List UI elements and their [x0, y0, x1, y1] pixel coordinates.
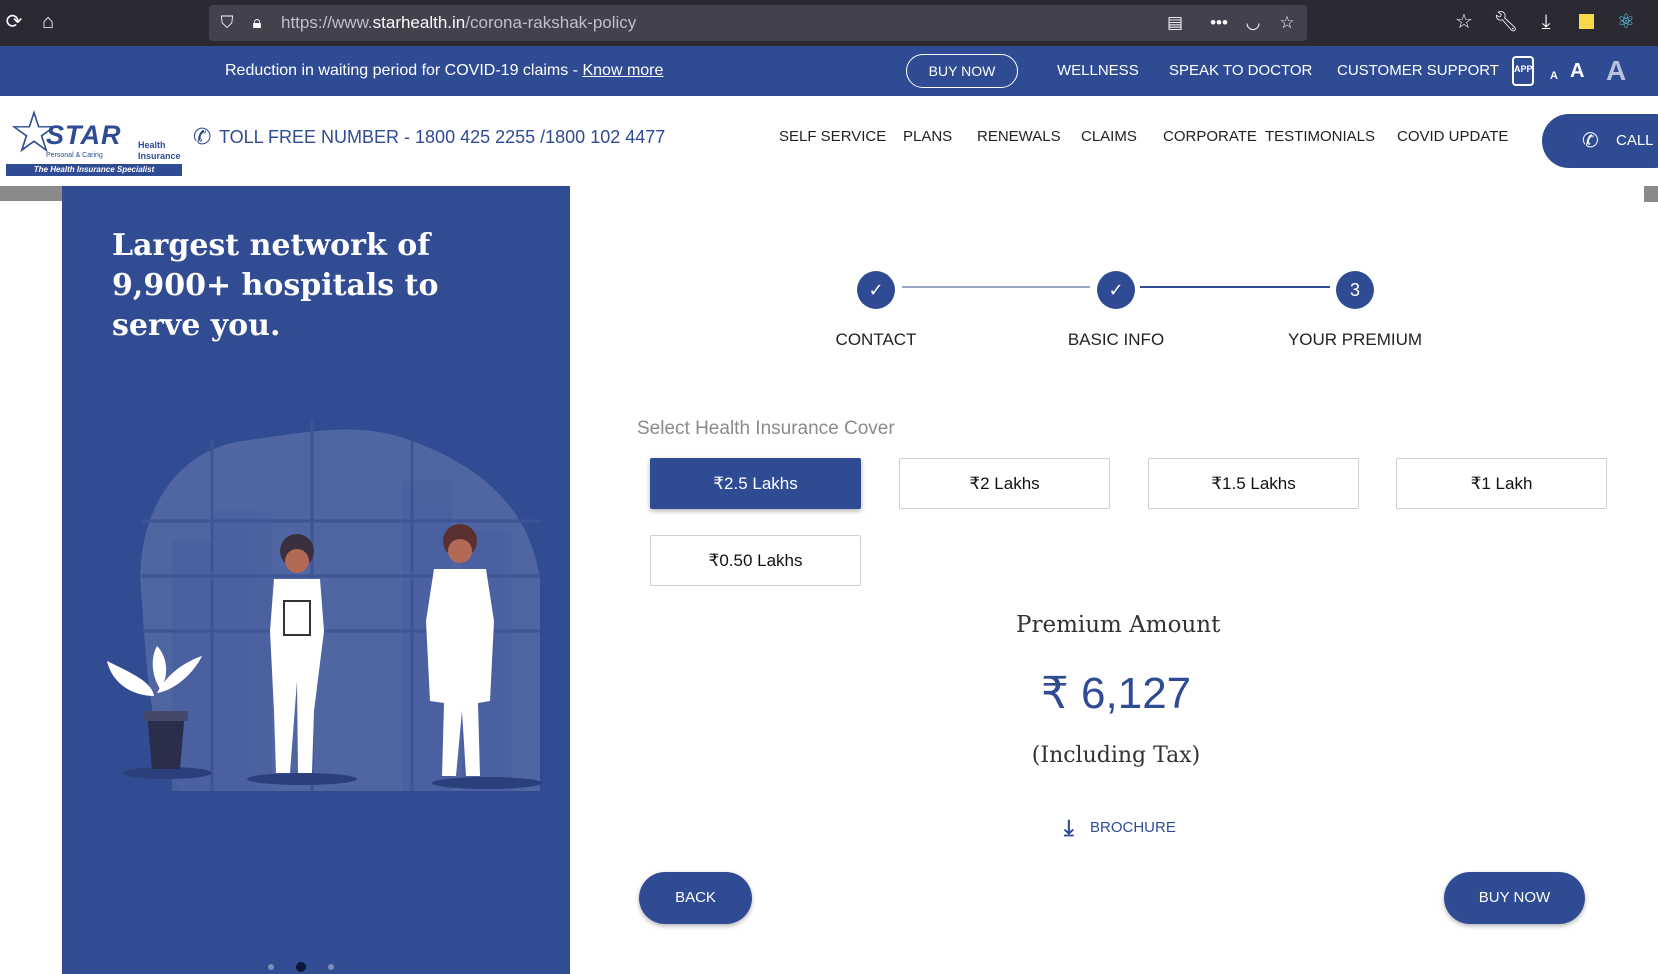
- toll-free-number[interactable]: ✆ TOLL FREE NUMBER - 1800 425 2255 /1800 …: [193, 122, 665, 152]
- bookmark-star-icon[interactable]: ☆: [1275, 11, 1299, 35]
- app-icon[interactable]: APP: [1512, 56, 1534, 86]
- speak-to-doctor-link[interactable]: SPEAK TO DOCTOR: [1169, 46, 1312, 96]
- url-prefix: https://www.: [281, 13, 373, 32]
- logo-word: STAR: [46, 120, 122, 150]
- reload-icon[interactable]: ⟳: [0, 8, 28, 36]
- cover-option-2-lakhs[interactable]: ₹2 Lakhs: [899, 458, 1110, 509]
- announcement-text: Reduction in waiting period for COVID-19…: [225, 62, 583, 79]
- cover-option-0-50-lakhs[interactable]: ₹0.50 Lakhs: [650, 535, 861, 586]
- logo-subtitle: Personal & Caring: [46, 152, 103, 159]
- font-size-small[interactable]: A: [1550, 51, 1558, 101]
- toll-free-text: TOLL FREE NUMBER - 1800 425 2255 /1800 1…: [219, 127, 666, 147]
- promo-panel: Largest network of 9,900+ hospitals to s…: [62, 186, 570, 974]
- step-label-contact: CONTACT: [835, 330, 917, 349]
- phone-icon: ✆: [193, 124, 212, 149]
- premium-amount: ₹ 6,127: [1040, 669, 1192, 718]
- step-connector: [902, 286, 1090, 288]
- lock-icon[interactable]: 🔒︎: [245, 11, 269, 35]
- library-icon[interactable]: ☆: [1450, 8, 1478, 36]
- logo-health-line2: Insurance: [138, 151, 181, 161]
- tax-note: (Including Tax): [1031, 743, 1201, 768]
- more-actions-icon[interactable]: •••: [1207, 11, 1231, 35]
- nav-claims[interactable]: CLAIMS: [1081, 122, 1137, 152]
- logo-health-line1: Health: [138, 140, 166, 150]
- check-icon: ✓: [1097, 271, 1135, 309]
- url-domain: starhealth.in: [372, 13, 466, 32]
- download-icon[interactable]: ⤓: [1532, 8, 1560, 36]
- doctors-illustration: [107, 421, 542, 791]
- nav-covid-update[interactable]: COVID UPDATE: [1397, 122, 1508, 152]
- carousel-dot-active[interactable]: [296, 962, 306, 972]
- brochure-download-link[interactable]: ⤓ BROCHURE: [1064, 814, 1176, 842]
- phone-call-icon: ✆: [1582, 130, 1599, 152]
- browser-toolbar: ⟳ ⌂ ⛉ 🔒︎ https://www.starhealth.in/coron…: [0, 0, 1658, 46]
- carousel-dot[interactable]: [268, 964, 274, 970]
- nav-testimonials[interactable]: TESTIMONIALS: [1265, 122, 1375, 152]
- sticky-note-icon[interactable]: [1572, 8, 1600, 36]
- cover-option-1-lakh[interactable]: ₹1 Lakh: [1396, 458, 1607, 509]
- step-label-basic-info: BASIC INFO: [1067, 330, 1165, 349]
- top-buy-now-button[interactable]: BUY NOW: [906, 54, 1018, 88]
- nav-self-service[interactable]: SELF SERVICE: [779, 122, 886, 152]
- step-number: 3: [1336, 271, 1374, 309]
- home-icon[interactable]: ⌂: [34, 8, 62, 36]
- back-button[interactable]: BACK: [639, 872, 752, 924]
- wrench-icon[interactable]: 🔧︎: [1492, 8, 1520, 36]
- step-label-your-premium: YOUR PREMIUM: [1287, 330, 1423, 349]
- logo-tagline: The Health Insurance Specialist: [6, 164, 182, 176]
- announcement-bar: Reduction in waiting period for COVID-19…: [0, 46, 1658, 96]
- url-path: /corona-rakshak-policy: [465, 13, 637, 32]
- page-top-strip: [0, 186, 62, 201]
- call-button[interactable]: ✆ CALL: [1542, 114, 1658, 168]
- buy-now-button[interactable]: BUY NOW: [1444, 872, 1585, 924]
- url-text[interactable]: https://www.starhealth.in/corona-rakshak…: [281, 5, 636, 41]
- call-label: CALL: [1616, 132, 1654, 149]
- font-size-medium[interactable]: A: [1570, 46, 1584, 96]
- react-devtools-icon[interactable]: ⚛: [1612, 8, 1640, 36]
- logo-health-insurance: Health Insurance: [138, 140, 181, 162]
- promo-heading: Largest network of 9,900+ hospitals to s…: [112, 228, 439, 343]
- cover-title: Select Health Insurance Cover: [637, 418, 895, 439]
- nav-renewals[interactable]: RENEWALS: [977, 122, 1061, 152]
- cover-option-1-5-lakhs[interactable]: ₹1.5 Lakhs: [1148, 458, 1359, 509]
- premium-label: Premium Amount: [1016, 612, 1221, 638]
- announcement: Reduction in waiting period for COVID-19…: [225, 46, 663, 96]
- pocket-icon[interactable]: ◡: [1241, 11, 1265, 35]
- nav-corporate[interactable]: CORPORATE: [1163, 122, 1257, 152]
- download-icon: ⤓: [1064, 815, 1074, 840]
- font-size-large[interactable]: A: [1606, 46, 1626, 96]
- know-more-link[interactable]: Know more: [582, 62, 663, 79]
- brochure-label: BROCHURE: [1090, 819, 1176, 836]
- scrollbar-thumb[interactable]: [1644, 186, 1658, 202]
- cover-option-2-5-lakhs[interactable]: ₹2.5 Lakhs: [650, 458, 861, 509]
- reader-view-icon[interactable]: ▤: [1163, 11, 1187, 35]
- customer-support-link[interactable]: CUSTOMER SUPPORT: [1337, 46, 1499, 96]
- check-icon: ✓: [857, 271, 895, 309]
- shield-icon[interactable]: ⛉: [215, 11, 239, 35]
- main-header: ☆ STAR Personal & Caring Health Insurance…: [0, 96, 1658, 186]
- url-bar[interactable]: ⛉ 🔒︎ https://www.starhealth.in/corona-ra…: [209, 5, 1307, 41]
- star-health-logo[interactable]: ☆ STAR Personal & Caring Health Insurance…: [6, 104, 182, 178]
- step-connector: [1140, 286, 1330, 288]
- carousel-dot[interactable]: [328, 964, 334, 970]
- wellness-link[interactable]: WELLNESS: [1057, 46, 1139, 96]
- nav-plans[interactable]: PLANS: [903, 122, 952, 152]
